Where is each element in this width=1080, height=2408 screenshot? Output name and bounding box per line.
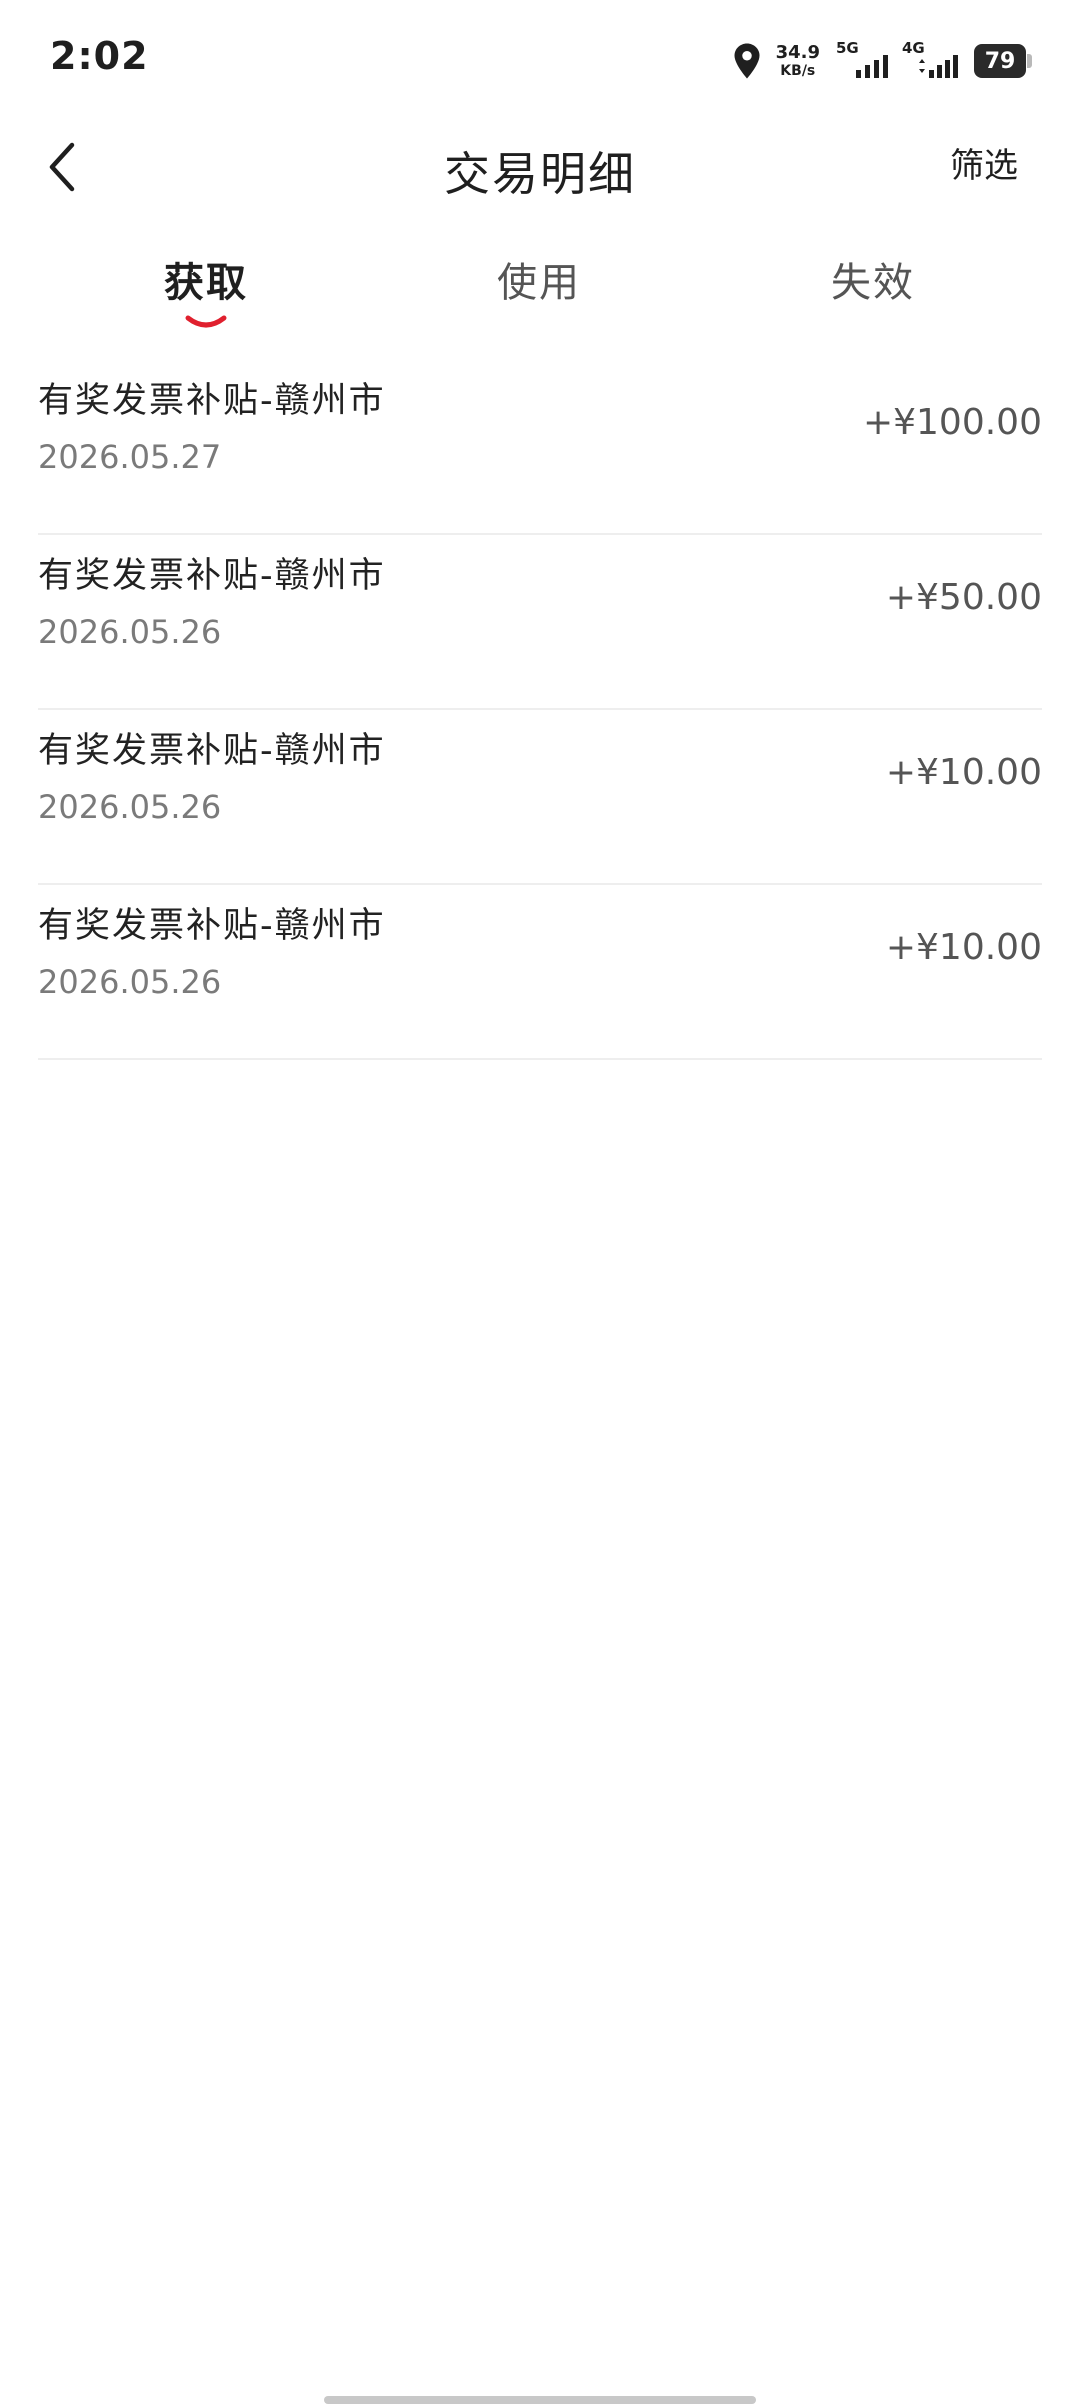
- tab-use[interactable]: 使用: [439, 250, 639, 308]
- header: 交易明细 筛选: [0, 110, 1080, 230]
- status-bar: 2:02 34.9 KB/s 5G 4G 79: [0, 0, 1080, 110]
- active-tab-indicator: [185, 315, 227, 328]
- transaction-amount: +¥10.00: [885, 927, 1042, 968]
- battery-cap: [1027, 54, 1032, 68]
- tab-obtain[interactable]: 获取: [106, 250, 306, 328]
- transaction-date: 2026.05.27: [38, 438, 222, 476]
- transaction-title: 有奖发票补贴-赣州市: [38, 906, 386, 946]
- status-icons: 34.9 KB/s 5G 4G 79: [732, 36, 1032, 86]
- net-speed: 34.9 KB/s: [775, 42, 820, 79]
- signal-5g-icon: 5G: [836, 39, 892, 83]
- status-time: 2:02: [50, 34, 149, 78]
- filter-button[interactable]: 筛选: [950, 138, 1018, 187]
- battery-level: 79: [984, 48, 1016, 74]
- tab-expired-label: 失效: [831, 260, 915, 306]
- tab-use-label: 使用: [497, 260, 581, 306]
- transaction-date: 2026.05.26: [38, 788, 222, 826]
- list-item[interactable]: 有奖发票补贴-赣州市 2026.05.26 +¥10.00: [38, 885, 1042, 1060]
- transaction-title: 有奖发票补贴-赣州市: [38, 556, 386, 596]
- tab-obtain-label: 获取: [164, 260, 248, 306]
- signal-4g-icon: 4G: [902, 39, 958, 83]
- transaction-list: 有奖发票补贴-赣州市 2026.05.27 +¥100.00 有奖发票补贴-赣州…: [38, 360, 1042, 1060]
- list-item[interactable]: 有奖发票补贴-赣州市 2026.05.27 +¥100.00: [38, 360, 1042, 535]
- net-speed-value: 34.9: [775, 42, 820, 63]
- battery-icon: 79: [974, 44, 1026, 78]
- page-title: 交易明细: [444, 147, 636, 201]
- screen: 2:02 34.9 KB/s 5G 4G 79 交易明细 筛选 获取 使用 失效…: [0, 0, 1080, 2408]
- home-indicator[interactable]: [324, 2396, 756, 2404]
- transaction-date: 2026.05.26: [38, 963, 222, 1001]
- transaction-amount: +¥50.00: [885, 577, 1042, 618]
- transaction-amount: +¥100.00: [862, 402, 1042, 443]
- transaction-title: 有奖发票补贴-赣州市: [38, 381, 386, 421]
- tab-expired[interactable]: 失效: [773, 250, 973, 308]
- list-item[interactable]: 有奖发票补贴-赣州市 2026.05.26 +¥10.00: [38, 710, 1042, 885]
- tab-bar: 获取 使用 失效: [0, 250, 1080, 340]
- location-icon: [734, 43, 760, 79]
- transaction-title: 有奖发票补贴-赣州市: [38, 731, 386, 771]
- net-speed-unit: KB/s: [780, 63, 816, 79]
- transaction-date: 2026.05.26: [38, 613, 222, 651]
- transaction-amount: +¥10.00: [885, 752, 1042, 793]
- list-item[interactable]: 有奖发票补贴-赣州市 2026.05.26 +¥50.00: [38, 535, 1042, 710]
